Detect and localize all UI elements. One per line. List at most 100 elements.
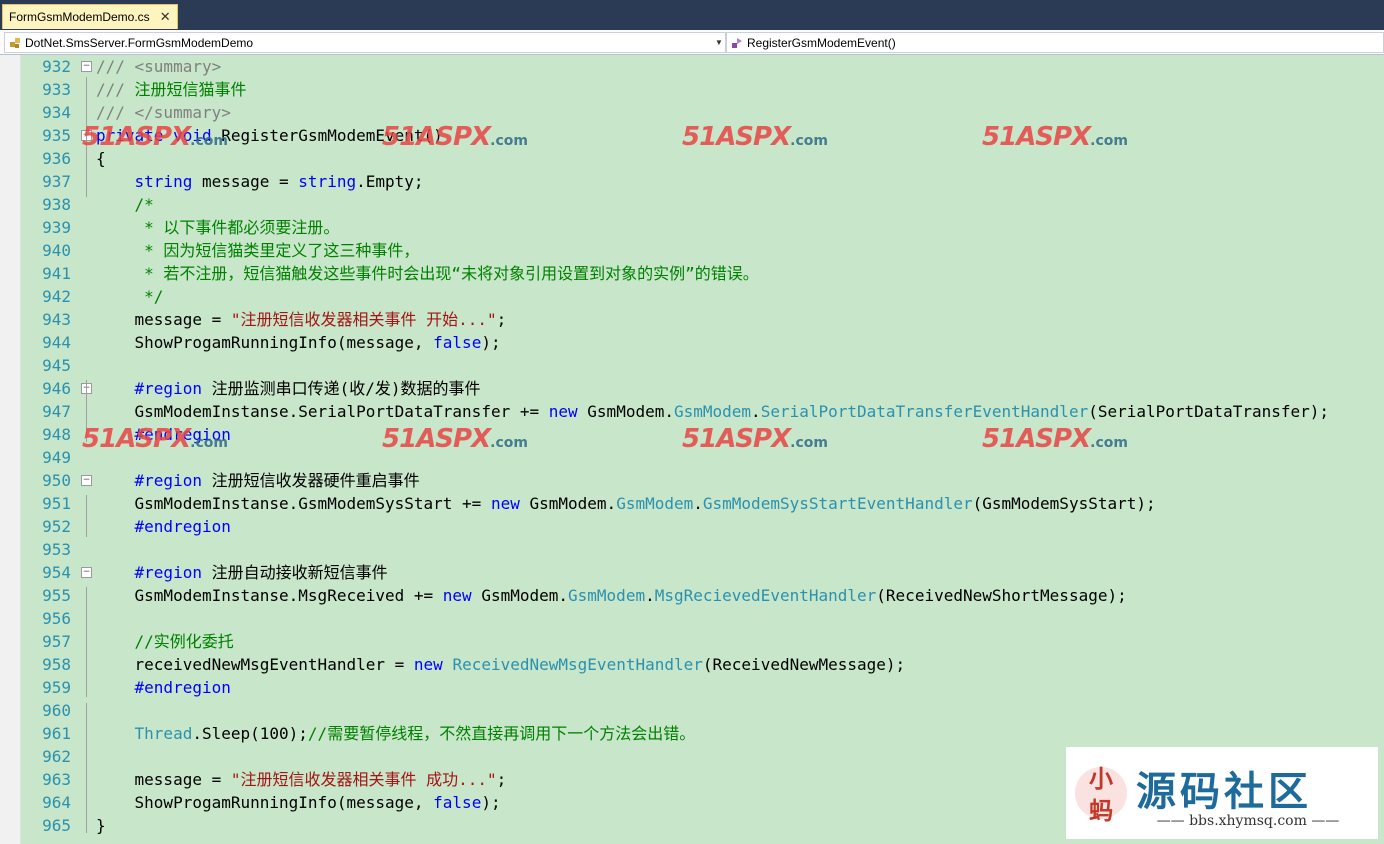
- code-token: new: [442, 586, 472, 605]
- code-line[interactable]: 933 /// 注册短信猫事件: [21, 78, 1384, 101]
- code-token: GsmModem: [673, 402, 752, 421]
- collapse-icon[interactable]: −: [81, 61, 92, 72]
- tab-formgsmmodemdemo[interactable]: FormGsmModemDemo.cs ✕: [2, 4, 178, 29]
- code-line[interactable]: 941 * 若不注册，短信猫触发这些事件时会出现“未将对象引用设置到对象的实例”…: [21, 262, 1384, 285]
- code-token: string: [134, 172, 193, 191]
- collapse-icon[interactable]: −: [81, 475, 92, 486]
- code-token: new: [413, 655, 443, 674]
- line-number: 941: [42, 264, 71, 283]
- line-number: 940: [42, 241, 71, 260]
- code-token: GsmModemInstanse.GsmModemSysStart +=: [96, 494, 491, 513]
- code-line[interactable]: 946− #region 注册监测串口传递(收/发)数据的事件: [21, 377, 1384, 400]
- code-line[interactable]: 953: [21, 538, 1384, 561]
- code-token: ///: [96, 80, 135, 99]
- code-text: }: [96, 814, 106, 837]
- code-line[interactable]: 945: [21, 354, 1384, 377]
- code-token: ShowProgamRunningInfo(message,: [96, 793, 434, 812]
- code-token: (ReceivedNewShortMessage);: [876, 586, 1127, 605]
- code-line[interactable]: 940 * 因为短信猫类里定义了这三种事件，: [21, 239, 1384, 262]
- code-token: 注册自动接收新短信事件: [201, 563, 388, 582]
- code-token: Thread: [134, 724, 193, 743]
- code-line[interactable]: 955 GsmModemInstanse.MsgReceived += new …: [21, 584, 1384, 607]
- line-number: 951: [42, 494, 71, 513]
- site-url: —— bbs.xhymsq.com ——: [1156, 813, 1340, 829]
- code-line[interactable]: 947 GsmModemInstanse.SerialPortDataTrans…: [21, 400, 1384, 423]
- code-line[interactable]: 960: [21, 699, 1384, 722]
- line-number: 964: [42, 793, 71, 812]
- code-line[interactable]: 952 #endregion: [21, 515, 1384, 538]
- code-token: receivedNewMsgEventHandler =: [96, 655, 414, 674]
- code-token: (SerialPortDataTransfer);: [1088, 402, 1330, 421]
- code-text: string message = string.Empty;: [96, 170, 424, 193]
- class-icon: [9, 37, 21, 49]
- code-line[interactable]: 954− #region 注册自动接收新短信事件: [21, 561, 1384, 584]
- class-selector-label: DotNet.SmsServer.FormGsmModemDemo: [25, 35, 254, 50]
- line-number: 944: [42, 333, 71, 352]
- line-number: 955: [42, 586, 71, 605]
- code-line[interactable]: 957 //实例化委托: [21, 630, 1384, 653]
- class-selector-dropdown[interactable]: DotNet.SmsServer.FormGsmModemDemo ▼: [4, 32, 726, 53]
- line-number: 959: [42, 678, 71, 697]
- code-token: .Sleep(100);: [192, 724, 308, 743]
- line-number: 933: [42, 80, 71, 99]
- code-token: message =: [192, 172, 299, 191]
- outline-guide: [86, 703, 87, 833]
- line-number: 963: [42, 770, 71, 789]
- code-token: );: [481, 333, 501, 352]
- code-token: .: [693, 494, 703, 513]
- code-text: Thread.Sleep(100);//需要暂停线程，不然直接再调用下一个方法会…: [96, 722, 696, 745]
- code-line[interactable]: 958 receivedNewMsgEventHandler = new Rec…: [21, 653, 1384, 676]
- line-number: 954: [42, 563, 71, 582]
- code-token: (ReceivedNewMessage);: [702, 655, 906, 674]
- close-icon[interactable]: ✕: [160, 9, 171, 25]
- line-number: 960: [42, 701, 71, 720]
- watermark: 51ASPX.com: [82, 424, 228, 454]
- collapse-icon[interactable]: −: [81, 567, 92, 578]
- line-number: 958: [42, 655, 71, 674]
- code-line[interactable]: 934 /// </summary>: [21, 101, 1384, 124]
- code-line[interactable]: 951 GsmModemInstanse.GsmModemSysStart +=…: [21, 492, 1384, 515]
- code-token: new: [548, 402, 578, 421]
- code-line[interactable]: 932−/// <summary>: [21, 55, 1384, 78]
- code-line[interactable]: 961 Thread.Sleep(100);//需要暂停线程，不然直接再调用下一…: [21, 722, 1384, 745]
- code-line[interactable]: 950− #region 注册短信收发器硬件重启事件: [21, 469, 1384, 492]
- code-line[interactable]: 956: [21, 607, 1384, 630]
- line-number: 957: [42, 632, 71, 651]
- chevron-down-icon[interactable]: ▼: [713, 38, 725, 47]
- tab-title: FormGsmModemDemo.cs: [9, 10, 150, 24]
- code-line[interactable]: 959 #endregion: [21, 676, 1384, 699]
- code-token: SerialPortDataTransferEventHandler: [760, 402, 1089, 421]
- line-number: 945: [42, 356, 71, 375]
- code-text: #region 注册自动接收新短信事件: [96, 561, 388, 584]
- code-token: string: [298, 172, 357, 191]
- code-text: /// </summary>: [96, 101, 231, 124]
- code-line[interactable]: 943 message = "注册短信收发器相关事件 开始...";: [21, 308, 1384, 331]
- code-line[interactable]: 944 ShowProgamRunningInfo(message, false…: [21, 331, 1384, 354]
- code-token: GsmModemInstanse.SerialPortDataTransfer …: [96, 402, 549, 421]
- code-text: #region 注册监测串口传递(收/发)数据的事件: [96, 377, 481, 400]
- code-line[interactable]: 939 * 以下事件都必须要注册。: [21, 216, 1384, 239]
- code-token: new: [490, 494, 520, 513]
- line-number: 949: [42, 448, 71, 467]
- code-line[interactable]: 938 /*: [21, 193, 1384, 216]
- code-text: * 以下事件都必须要注册。: [96, 216, 339, 239]
- code-line[interactable]: 942 */: [21, 285, 1384, 308]
- line-number: 953: [42, 540, 71, 559]
- line-number: 950: [42, 471, 71, 490]
- code-token: ;: [496, 770, 507, 789]
- code-line[interactable]: 937 string message = string.Empty;: [21, 170, 1384, 193]
- code-token: /// </summary>: [96, 103, 231, 122]
- site-badge: 小 蚂 源码社区 —— bbs.xhymsq.com ——: [1066, 747, 1378, 839]
- code-token: ShowProgamRunningInfo(message,: [96, 333, 434, 352]
- code-token: #region: [134, 563, 202, 582]
- code-token: ;: [496, 310, 507, 329]
- code-token: /// <summary>: [96, 57, 222, 76]
- member-selector-dropdown[interactable]: RegisterGsmModemEvent(): [726, 32, 1384, 53]
- svg-text:小: 小: [1089, 765, 1113, 793]
